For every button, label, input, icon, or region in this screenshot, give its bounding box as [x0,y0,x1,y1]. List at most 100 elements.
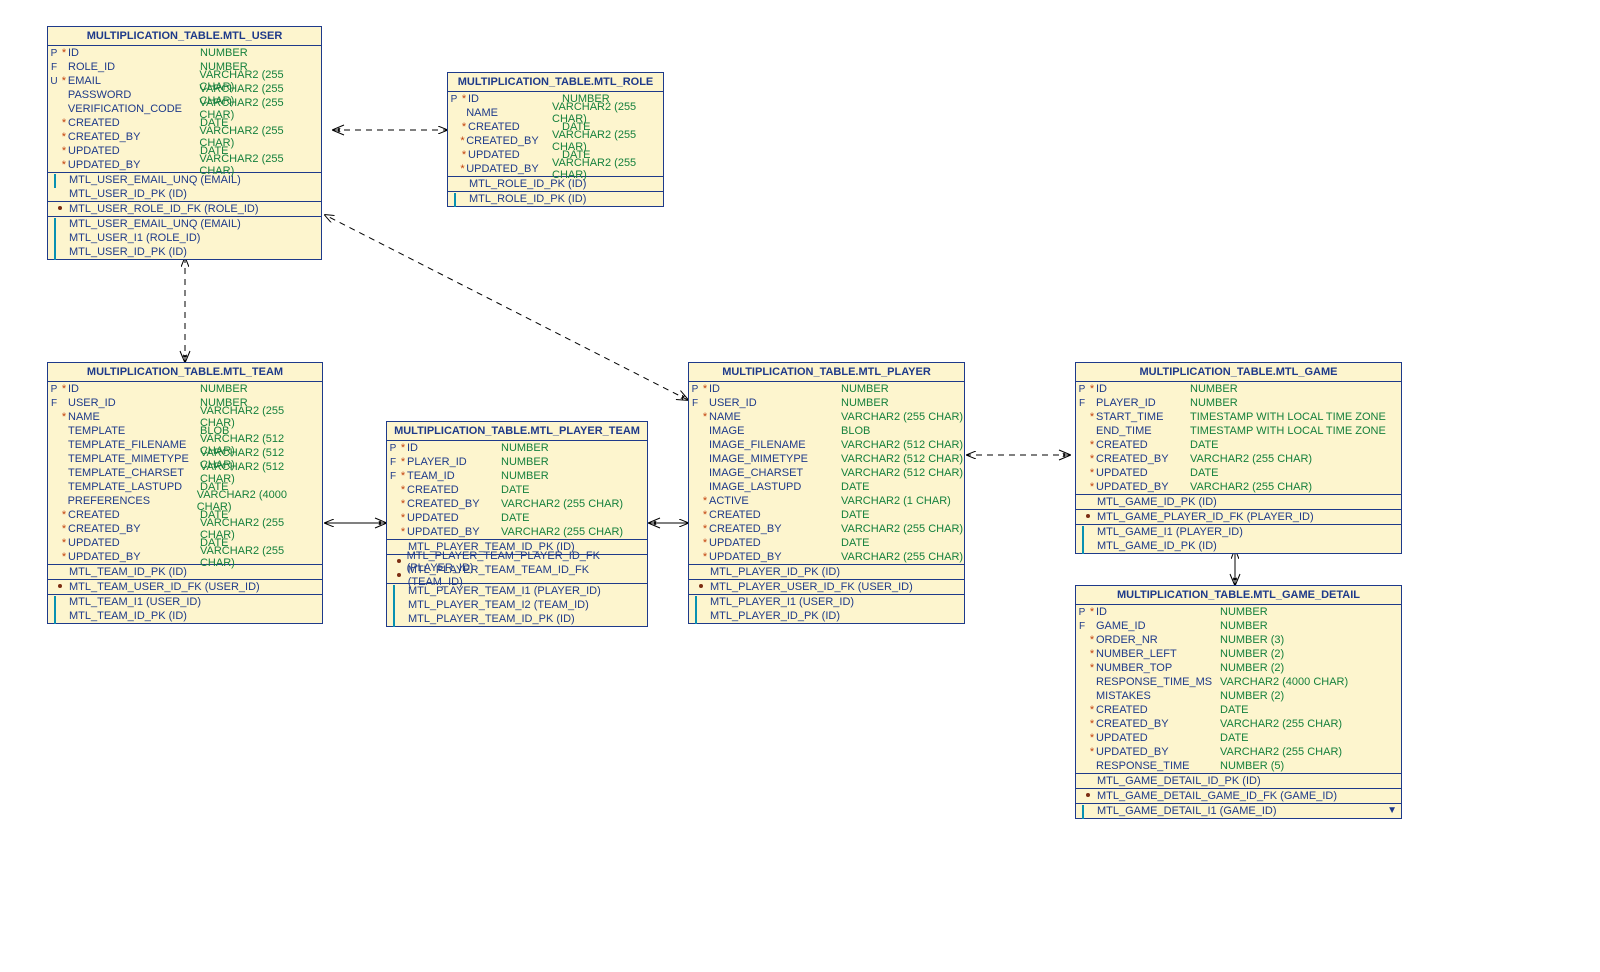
key-indicator: P [1076,607,1088,618]
column-row: FUSER_IDNUMBER [689,396,964,410]
idx-icon [52,247,66,258]
column-row: IMAGE_MIMETYPEVARCHAR2 (512 CHAR) [689,452,964,466]
column-name: ORDER_NR [1096,634,1220,646]
column-row: IMAGEBLOB [689,424,964,438]
column-name: PASSWORD [68,89,200,101]
constraint-row: MTL_GAME_DETAIL_ID_PK (ID) [1076,774,1401,788]
constraint-label: MTL_PLAYER_ID_PK (ID) [710,566,840,578]
column-name: TEMPLATE_FILENAME [68,439,200,451]
column-name: UPDATED_BY [407,526,501,538]
column-row: *CREATEDDATE [1076,438,1401,452]
constraint-label: MTL_ROLE_ID_PK (ID) [469,193,586,205]
column-type: VARCHAR2 (255 CHAR) [501,526,623,538]
overflow-indicator-icon[interactable]: ▼ [1387,805,1397,816]
column-row: *NUMBER_TOPNUMBER (2) [1076,661,1401,675]
mandatory-indicator: * [701,509,709,521]
constraint-row: MTL_GAME_ID_PK (ID) [1076,495,1401,509]
constraint-row: MTL_ROLE_ID_PK (ID) [448,192,663,206]
pk-icon [52,567,66,578]
column-type: VARCHAR2 (255 CHAR) [200,545,322,569]
column-name: UPDATED_BY [709,551,841,563]
column-name: TEAM_ID [407,470,501,482]
column-name: PREFERENCES [68,495,197,507]
entity-team[interactable]: MULTIPLICATION_TABLE.MTL_TEAMP*IDNUMBERF… [47,362,323,624]
mandatory-indicator: * [60,551,68,563]
column-type: NUMBER (5) [1220,760,1284,772]
mandatory-indicator: * [701,411,709,423]
mandatory-indicator: * [60,131,68,143]
entity-role[interactable]: MULTIPLICATION_TABLE.MTL_ROLEP*IDNUMBERN… [447,72,664,207]
constraint-label: MTL_PLAYER_ID_PK (ID) [710,610,840,622]
column-type: DATE [841,537,870,549]
column-name: ID [709,383,841,395]
column-name: NUMBER_TOP [1096,662,1220,674]
mandatory-indicator: * [1088,467,1096,479]
column-row: RESPONSE_TIMENUMBER (5) [1076,759,1401,773]
key-indicator: P [48,384,60,395]
column-name: IMAGE_LASTUPD [709,481,841,493]
column-type: VARCHAR2 (1 CHAR) [841,495,951,507]
idx-icon [391,600,405,611]
column-row: *UPDATED_BYVARCHAR2 (255 CHAR) [387,525,647,539]
column-name: CREATED [1096,704,1220,716]
column-type: VARCHAR2 (255 CHAR) [1190,453,1312,465]
column-name: UPDATED [407,512,501,524]
constraint-label: MTL_GAME_DETAIL_ID_PK (ID) [1097,775,1261,787]
column-row: P*IDNUMBER [48,46,321,60]
mandatory-indicator: * [399,512,407,524]
entity-player_team[interactable]: MULTIPLICATION_TABLE.MTL_PLAYER_TEAMP*ID… [386,421,648,627]
column-row: P*IDNUMBER [48,382,322,396]
constraint-row: MTL_PLAYER_TEAM_I2 (TEAM_ID) [387,598,647,612]
column-row: F*PLAYER_IDNUMBER [387,455,647,469]
column-type: VARCHAR2 (255 CHAR) [501,498,623,510]
column-row: IMAGE_LASTUPDDATE [689,480,964,494]
pk-icon [52,189,66,200]
fk-icon [52,204,66,215]
column-type: NUMBER (2) [1220,648,1284,660]
key-indicator: F [1076,398,1088,409]
constraint-row: MTL_GAME_ID_PK (ID) [1076,539,1401,553]
pk-icon [1080,497,1094,508]
constraint-row: MTL_TEAM_I1 (USER_ID) [48,595,322,609]
entity-user[interactable]: MULTIPLICATION_TABLE.MTL_USERP*IDNUMBERF… [47,26,322,260]
key-indicator: P [1076,384,1088,395]
column-type: NUMBER [501,456,549,468]
constraint-label: MTL_GAME_ID_PK (ID) [1097,540,1217,552]
column-row: P*IDNUMBER [1076,382,1401,396]
column-row: *NAMEVARCHAR2 (255 CHAR) [689,410,964,424]
idx-icon [1080,541,1094,552]
mandatory-indicator: * [60,411,68,423]
constraint-label: MTL_USER_EMAIL_UNQ (EMAIL) [69,218,241,230]
entity-game_detail[interactable]: MULTIPLICATION_TABLE.MTL_GAME_DETAILP*ID… [1075,585,1402,819]
column-row: *UPDATED_BYVARCHAR2 (255 CHAR) [48,550,322,564]
mandatory-indicator: * [1088,718,1096,730]
column-row: *CREATED_BYVARCHAR2 (255 CHAR) [1076,717,1401,731]
mandatory-indicator: * [701,383,709,395]
idx-icon [52,219,66,230]
column-name: RESPONSE_TIME_MS [1096,676,1220,688]
key-indicator: U [48,76,60,87]
column-name: IMAGE_CHARSET [709,467,841,479]
mandatory-indicator: * [1088,634,1096,646]
constraint-label: MTL_PLAYER_TEAM_I1 (PLAYER_ID) [408,585,601,597]
column-name: ID [1096,606,1220,618]
column-name: EMAIL [68,75,200,87]
column-name: ID [68,383,200,395]
fk-icon [52,582,66,593]
column-row: *NUMBER_LEFTNUMBER (2) [1076,647,1401,661]
column-type: DATE [1220,732,1249,744]
column-name: UPDATED [68,145,200,157]
entity-player[interactable]: MULTIPLICATION_TABLE.MTL_PLAYERP*IDNUMBE… [688,362,965,624]
column-row: *UPDATED_BYVARCHAR2 (255 CHAR) [48,158,321,172]
idx-icon [52,597,66,608]
column-name: PLAYER_ID [407,456,501,468]
entity-game[interactable]: MULTIPLICATION_TABLE.MTL_GAMEP*IDNUMBERF… [1075,362,1402,554]
fk-icon [391,571,405,582]
idx-icon [391,614,405,625]
column-name: ID [407,442,501,454]
constraint-label: MTL_GAME_DETAIL_GAME_ID_FK (GAME_ID) [1097,790,1337,802]
column-name: ROLE_ID [68,61,200,73]
column-type: DATE [841,509,870,521]
column-name: IMAGE_MIMETYPE [709,453,841,465]
entity-title: MULTIPLICATION_TABLE.MTL_PLAYER [689,363,964,382]
